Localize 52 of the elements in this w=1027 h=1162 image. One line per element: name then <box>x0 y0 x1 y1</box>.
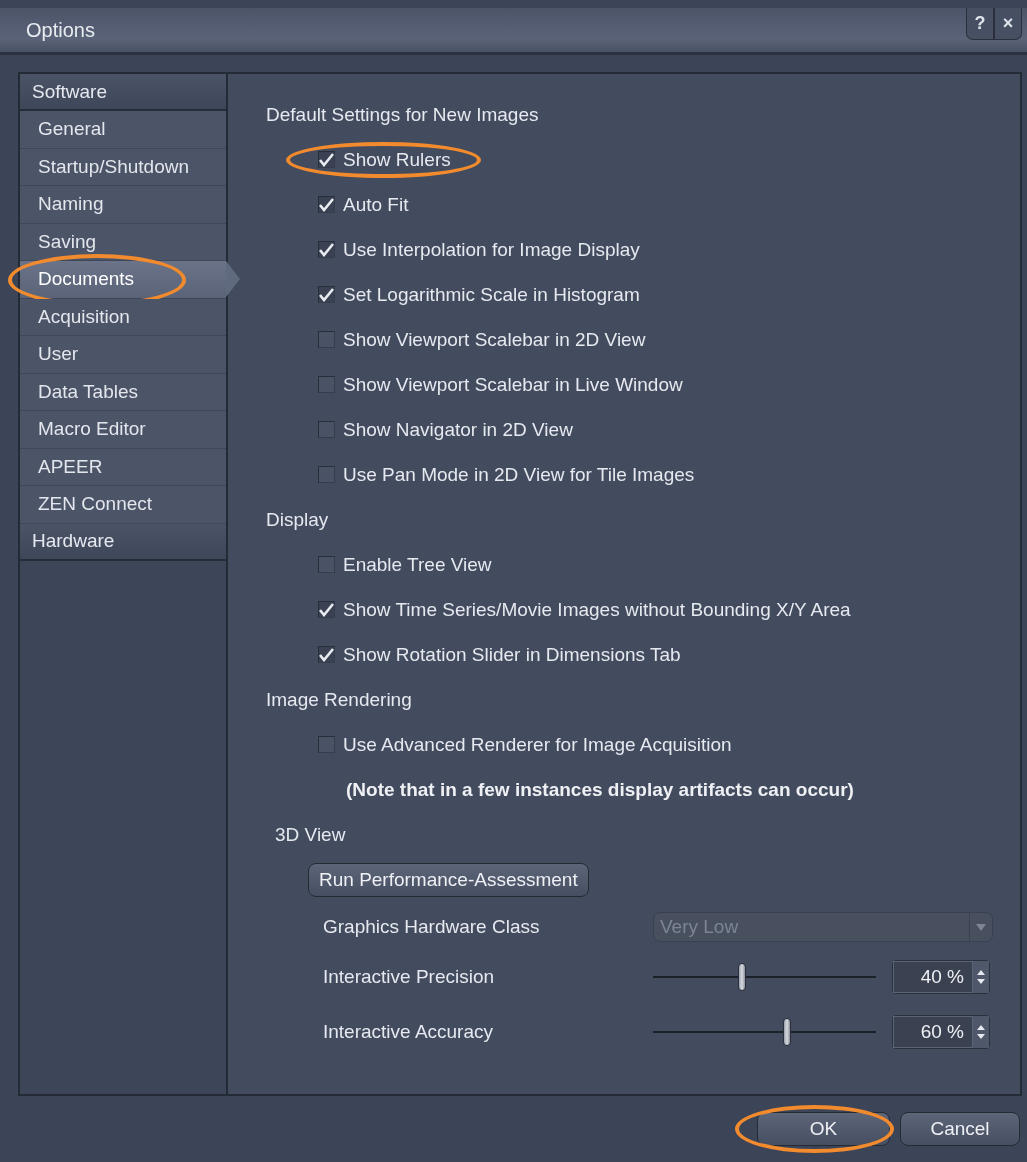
spin-arrows-icon <box>977 969 985 985</box>
sidebar-item[interactable]: ZEN Connect <box>20 486 226 524</box>
spin-box[interactable]: 40 % <box>892 960 990 994</box>
sidebar-item[interactable]: APEER <box>20 448 226 486</box>
checkmark-icon <box>319 197 334 212</box>
dropdown-arrow-icon <box>976 923 986 931</box>
checkmark-icon <box>319 647 334 662</box>
checkmark-icon <box>319 152 334 167</box>
sidebar-item[interactable]: User <box>20 336 226 374</box>
slider-thumb[interactable] <box>738 963 747 991</box>
sidebar-item[interactable]: Documents <box>20 261 226 299</box>
help-button[interactable]: ? <box>966 8 994 40</box>
section-title: Display <box>266 507 330 532</box>
checkbox[interactable]: Show Navigator in 2D View <box>318 418 573 441</box>
checkmark-icon <box>319 602 334 617</box>
checkbox[interactable]: Use Pan Mode in 2D View for Tile Images <box>318 463 695 486</box>
section-title: 3D View <box>274 822 347 847</box>
sidebar-item[interactable]: Data Tables <box>20 373 226 411</box>
checkbox[interactable]: Show Rulers <box>318 148 451 171</box>
checkbox[interactable]: Show Viewport Scalebar in Live Window <box>318 373 683 396</box>
field-label: Interactive Precision <box>323 966 496 988</box>
sidebar-item[interactable]: Startup/Shutdown <box>20 148 226 186</box>
checkmark-icon <box>319 287 334 302</box>
spin-box[interactable]: 60 % <box>892 1015 990 1049</box>
checkmark-icon <box>319 242 334 257</box>
cancel-button[interactable]: Cancel <box>900 1112 1020 1146</box>
checkbox[interactable]: Show Viewport Scalebar in 2D View <box>318 328 646 351</box>
field-label: Interactive Accuracy <box>323 1021 495 1043</box>
sidebar-item[interactable]: Macro Editor <box>20 411 226 449</box>
slider-thumb[interactable] <box>782 1018 791 1046</box>
sidebar-group-header: Hardware <box>20 523 226 561</box>
close-button[interactable]: × <box>994 8 1022 40</box>
sidebar-group-header: Software <box>20 74 226 111</box>
note-text: (Note that in a few instances display artifacts can occur) <box>345 778 854 801</box>
checkbox[interactable]: Use Interpolation for Image Display <box>318 238 640 261</box>
window-title: Options <box>26 18 95 42</box>
checkbox[interactable]: Show Rotation Slider in Dimensions Tab <box>318 643 681 666</box>
section-title: Image Rendering <box>266 687 413 712</box>
spin-arrows-icon <box>977 1024 985 1040</box>
sidebar-item[interactable]: General <box>20 111 226 149</box>
checkbox[interactable]: Enable Tree View <box>318 553 492 576</box>
run-assessment-button[interactable]: Run Performance-Assessment <box>308 862 589 897</box>
sidebar-item[interactable]: Saving <box>20 223 226 261</box>
checkbox[interactable]: Auto Fit <box>318 193 409 216</box>
checkbox[interactable]: Use Advanced Renderer for Image Acquisition <box>318 733 732 756</box>
section-title: Default Settings for New Images <box>266 102 540 127</box>
checkbox[interactable]: Set Logarithmic Scale in Histogram <box>318 283 640 306</box>
checkbox[interactable]: Show Time Series/Movie Images without Bounding X/Y Area <box>318 598 851 621</box>
field-label: Graphics Hardware Class <box>323 916 541 938</box>
ok-button[interactable]: OK <box>757 1112 890 1146</box>
sidebar-item[interactable]: Acquisition <box>20 298 226 336</box>
sidebar-item[interactable]: Naming <box>20 186 226 224</box>
